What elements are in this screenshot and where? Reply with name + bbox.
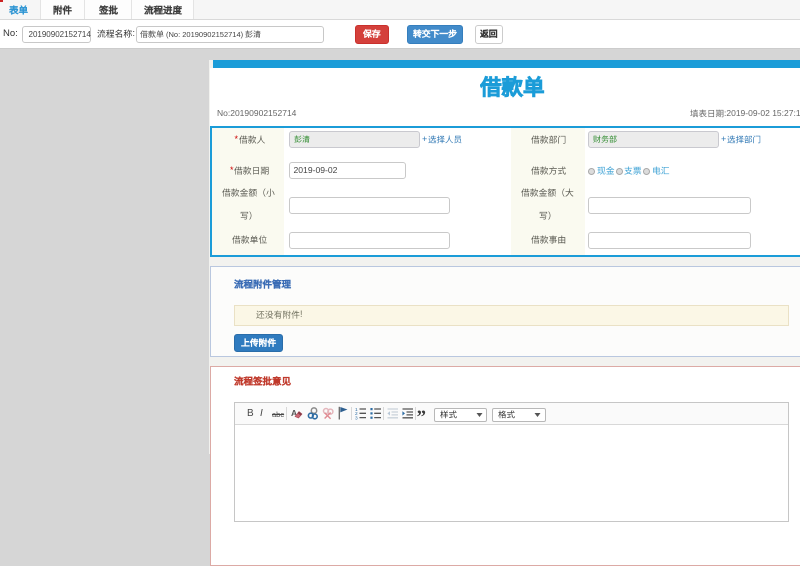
svg-text:3: 3: [355, 415, 358, 420]
